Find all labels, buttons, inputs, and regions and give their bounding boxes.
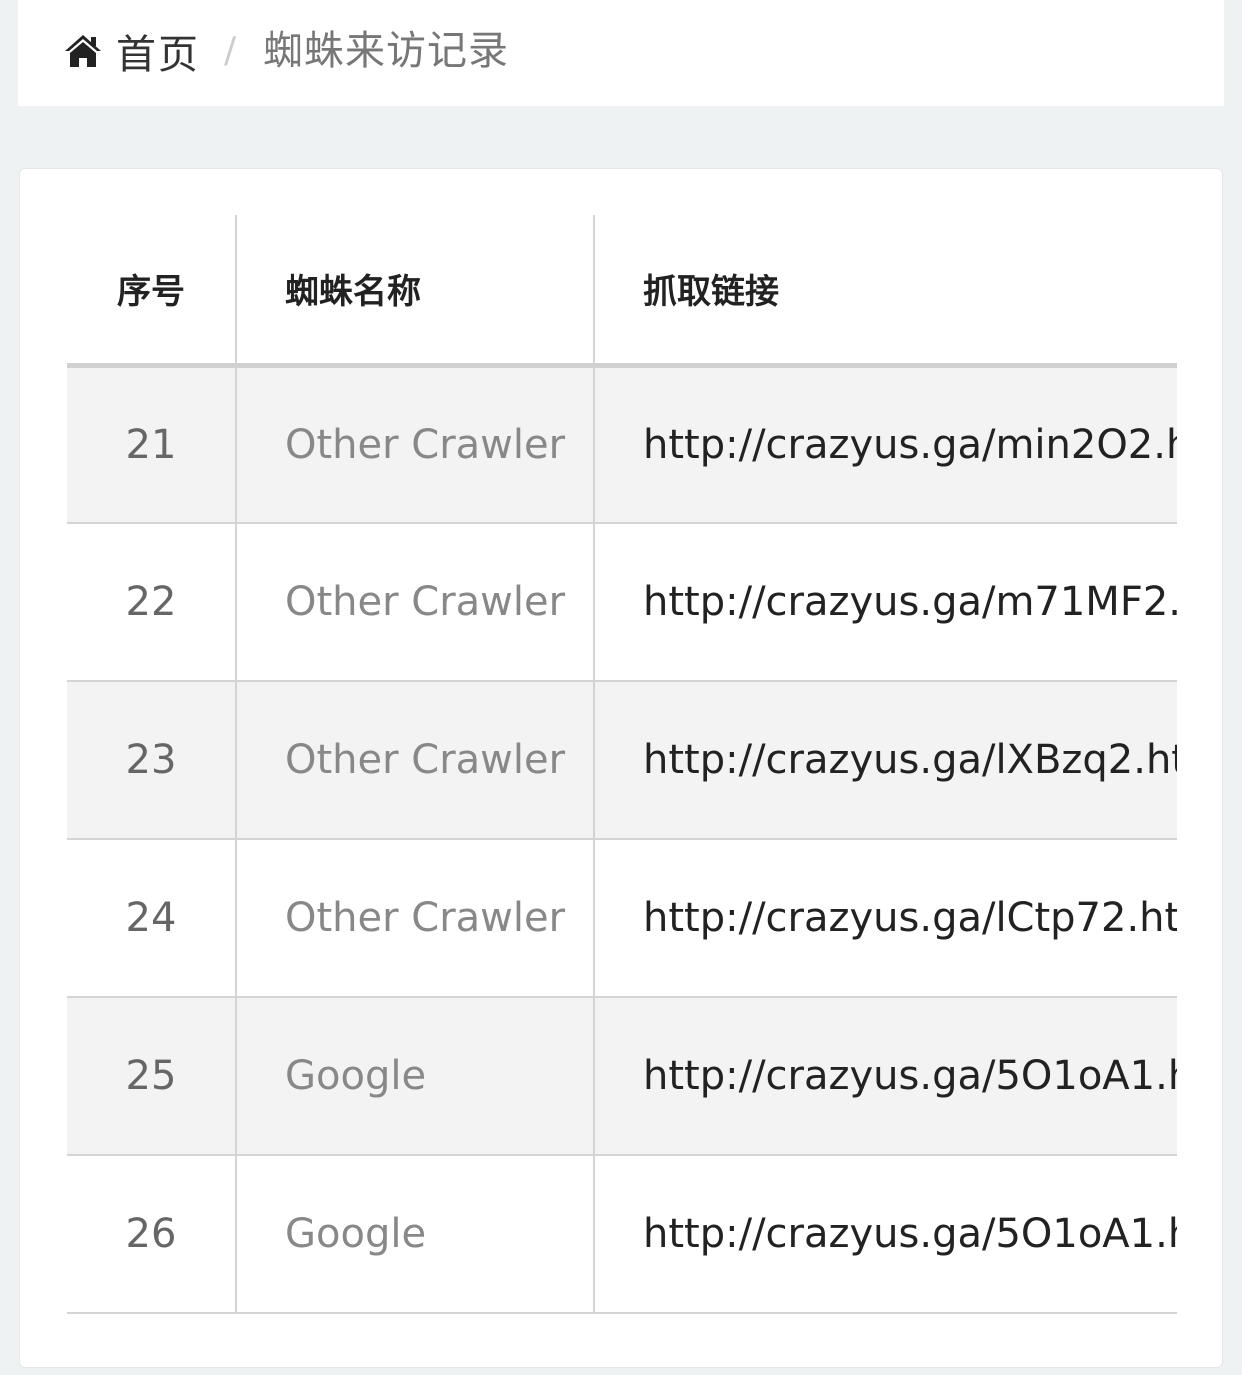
cell-index: 25	[67, 997, 237, 1156]
spider-visits-table: 序号 蜘蛛名称 抓取链接 21 Other Crawler http://cra…	[67, 215, 1177, 1314]
breadcrumb-separator: /	[224, 30, 237, 71]
table-row: 23 Other Crawler http://crazyus.ga/lXBzq…	[67, 681, 1177, 840]
header-spider-name: 蜘蛛名称	[236, 215, 595, 368]
cell-crawl-link[interactable]: http://crazyus.ga/m71MF2.html	[594, 523, 1177, 682]
cell-crawl-link[interactable]: http://crazyus.ga/5O1oA1.html	[594, 1155, 1177, 1314]
table-row: 24 Other Crawler http://crazyus.ga/lCtp7…	[67, 839, 1177, 998]
table-row: 26 Google http://crazyus.ga/5O1oA1.html	[67, 1155, 1177, 1314]
cell-spider-name: Other Crawler	[236, 681, 595, 840]
header-crawl-link: 抓取链接	[594, 215, 1177, 368]
table-row: 22 Other Crawler http://crazyus.ga/m71MF…	[67, 523, 1177, 682]
table-header-row: 序号 蜘蛛名称 抓取链接	[67, 215, 1177, 368]
cell-spider-name: Other Crawler	[236, 365, 595, 524]
table-row: 25 Google http://crazyus.ga/5O1oA1.html	[67, 997, 1177, 1156]
cell-index: 22	[67, 523, 237, 682]
cell-crawl-link[interactable]: http://crazyus.ga/min2O2.html	[594, 365, 1177, 524]
records-card: 序号 蜘蛛名称 抓取链接 21 Other Crawler http://cra…	[19, 168, 1223, 1368]
cell-crawl-link[interactable]: http://crazyus.ga/lCtp72.html	[594, 839, 1177, 998]
table-row: 21 Other Crawler http://crazyus.ga/min2O…	[67, 365, 1177, 524]
table-scroll-container[interactable]: 序号 蜘蛛名称 抓取链接 21 Other Crawler http://cra…	[67, 215, 1177, 1375]
breadcrumb-home-label: 首页	[116, 32, 200, 78]
breadcrumb-current: 蜘蛛来访记录	[263, 28, 509, 74]
home-icon	[64, 33, 102, 69]
cell-crawl-link[interactable]: http://crazyus.ga/lXBzq2.html	[594, 681, 1177, 840]
cell-index: 21	[67, 365, 237, 524]
header-index: 序号	[67, 215, 237, 368]
cell-crawl-link[interactable]: http://crazyus.ga/5O1oA1.html	[594, 997, 1177, 1156]
cell-spider-name: Google	[236, 997, 595, 1156]
cell-spider-name: Google	[236, 1155, 595, 1314]
cell-index: 26	[67, 1155, 237, 1314]
cell-index: 23	[67, 681, 237, 840]
cell-index: 24	[67, 839, 237, 998]
breadcrumb-home-link[interactable]: 首页	[64, 26, 200, 78]
cell-spider-name: Other Crawler	[236, 839, 595, 998]
cell-spider-name: Other Crawler	[236, 523, 595, 682]
breadcrumb: 首页 / 蜘蛛来访记录	[18, 0, 1224, 106]
